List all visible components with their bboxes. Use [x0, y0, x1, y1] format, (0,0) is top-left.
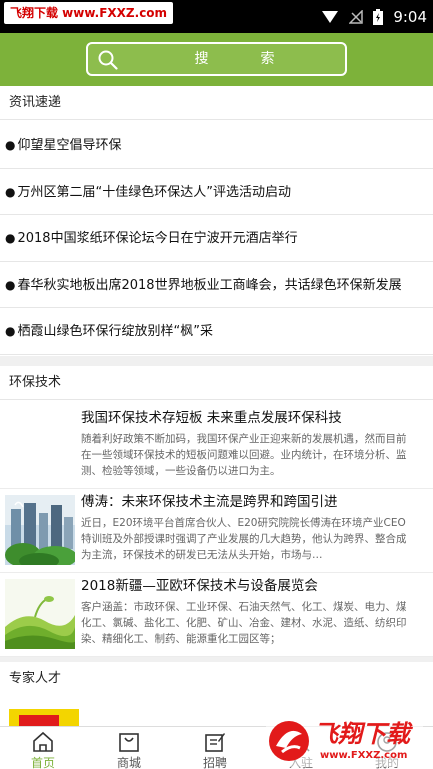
watermark-url: www.FXXZ.com: [320, 750, 408, 761]
tech-article-title: 我国环保技术存短板 未来重点发展环保科技: [81, 410, 342, 426]
no-signal-icon: [349, 9, 364, 24]
news-item-title: 栖霞山绿色环保行绽放别样“枫”采: [17, 324, 213, 340]
watermark-logo: 飞翔下载 www.FXXZ.com: [262, 714, 427, 769]
wifi-icon: [322, 10, 339, 23]
tab-mall[interactable]: 商城: [86, 727, 172, 769]
tech-article-title: 傅涛：未来环保技术主流是跨界和跨国引进: [81, 494, 338, 510]
tab-label: 商城: [116, 756, 141, 769]
bullet-icon: ●: [5, 277, 16, 292]
bullet-icon: ●: [5, 138, 16, 152]
tab-label: 首页: [30, 756, 55, 769]
news-item[interactable]: ● 2018中国浆纸环保论坛今日在宁波开元酒店举行: [0, 215, 433, 262]
news-item-title: 仰望星空倡导环保: [17, 138, 122, 153]
home-icon: [33, 731, 53, 752]
news-list: ● 仰望星空倡导环保 ● 万州区第二届“十佳绿色环保达人”评选活动启动 ● 2018中…: [0, 122, 433, 355]
news-item[interactable]: ● 栖霞山绿色环保行绽放别样“枫”采: [0, 308, 433, 355]
news-item-title: 春华秋实地板出席2018世界地板业工商峰会，共话绿色环保新发展: [17, 277, 402, 293]
tab-label: 招聘: [202, 756, 227, 769]
tech-article[interactable]: 2018新疆—亚欧环保技术与设备展览会 客户涵盖：市政环保、工业环保、石油天然气…: [0, 573, 433, 657]
search-icon: [98, 50, 118, 70]
bullet-icon: ●: [5, 184, 16, 199]
app-header: 搜索: [0, 33, 433, 86]
section-divider: [0, 356, 433, 366]
status-icons: 9:04: [321, 0, 427, 33]
status-time: 9:04: [393, 7, 427, 26]
watermark-badge: 飞翔下载 www.FXXZ.com: [4, 2, 174, 24]
tab-home[interactable]: 首页: [0, 727, 86, 769]
experts-section-title: 专家人才: [0, 662, 433, 696]
tech-article-desc: 客户涵盖：市政环保、工业环保、石油天然气、化工、煤炭、电力、煤化工、氯碱、盐化工…: [81, 601, 407, 645]
expert-card-image[interactable]: [9, 709, 79, 726]
news-item[interactable]: ● 万州区第二届“十佳绿色环保达人”评选活动启动: [0, 169, 433, 216]
news-item[interactable]: ● 春华秋实地板出席2018世界地板业工商峰会，共话绿色环保新发展: [0, 262, 433, 309]
search-placeholder: 搜索: [194, 51, 327, 67]
news-item[interactable]: ● 仰望星空倡导环保: [0, 122, 433, 169]
tech-article-desc: 随着利好政策不断加码，我国环保产业正迎来新的发展机遇，然而目前在一些领域环保技术…: [81, 433, 407, 477]
search-input[interactable]: 搜索: [86, 42, 347, 76]
news-item-title: 2018中国浆纸环保论坛今日在宁波开元酒店举行: [17, 231, 298, 247]
watermark-brand: 飞翔下载: [314, 720, 410, 748]
news-item-title: 万州区第二届“十佳绿色环保达人”评选活动启动: [17, 184, 291, 200]
status-bar: 飞翔下载 www.FXXZ.com 9:04: [0, 0, 433, 33]
news-section-title: 资讯速递: [0, 86, 433, 120]
tech-article-desc: 近日，E20环境平台首席合伙人、E20研究院院长傅涛在环境产业CEO特训班及外部…: [81, 517, 407, 561]
battery-icon: [373, 8, 384, 25]
city-green-image: [5, 495, 75, 565]
bag-icon: [119, 733, 139, 752]
edit-icon: [205, 733, 225, 752]
tech-article[interactable]: 我国环保技术存短板 未来重点发展环保科技 随着利好政策不断加码，我国环保产业正迎…: [0, 405, 433, 489]
tech-article[interactable]: 傅涛：未来环保技术主流是跨界和跨国引进 近日，E20环境平台首席合伙人、E20研…: [0, 489, 433, 573]
bullet-icon: ●: [5, 324, 16, 339]
tech-section-title: 环保技术: [0, 366, 433, 400]
tech-thumbnail-empty: [5, 411, 75, 481]
tab-jobs[interactable]: 招聘: [172, 727, 258, 769]
bullet-icon: ●: [5, 231, 16, 246]
green-wave-image: [5, 579, 75, 649]
tech-article-title: 2018新疆—亚欧环保技术与设备展览会: [81, 578, 318, 594]
